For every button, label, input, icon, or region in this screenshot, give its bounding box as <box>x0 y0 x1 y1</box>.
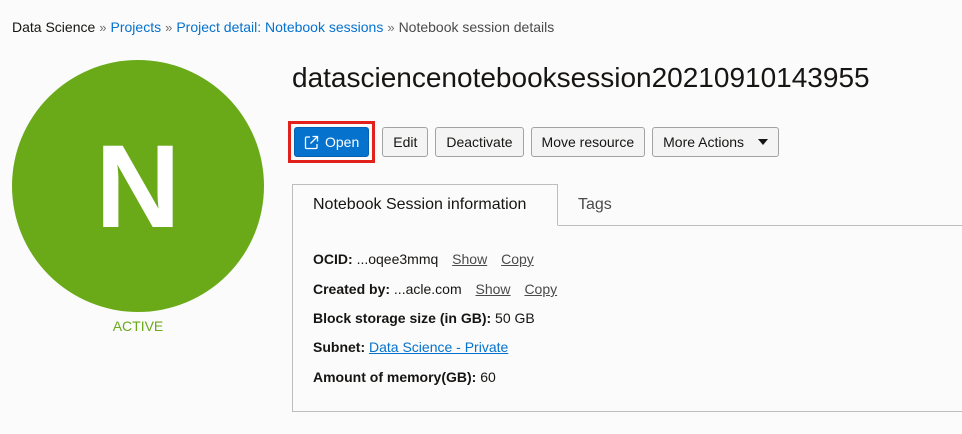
breadcrumb-current: Notebook session details <box>398 19 555 35</box>
breadcrumb-separator: » <box>387 20 395 35</box>
memory-row: Amount of memory(GB): 60 <box>313 369 496 385</box>
deactivate-button[interactable]: Deactivate <box>435 127 524 157</box>
block-storage-value: 50 GB <box>495 310 535 326</box>
breadcrumb-separator: » <box>165 20 173 35</box>
memory-label: Amount of memory(GB): <box>313 369 477 385</box>
move-resource-button[interactable]: Move resource <box>530 127 646 157</box>
edit-button[interactable]: Edit <box>382 127 429 157</box>
created-by-label: Created by: <box>313 281 391 297</box>
more-actions-label: More Actions <box>663 134 745 150</box>
action-toolbar: Open Edit Deactivate Move resource More … <box>288 121 780 163</box>
ocid-copy-link[interactable]: Copy <box>501 251 534 267</box>
more-actions-button[interactable]: More Actions <box>652 127 780 157</box>
ocid-value: ...oqee3mmq <box>356 251 439 267</box>
created-by-copy-link[interactable]: Copy <box>524 281 557 297</box>
external-link-icon <box>304 135 319 150</box>
avatar-letter: N <box>95 121 181 253</box>
subnet-label: Subnet: <box>313 339 366 355</box>
block-storage-row: Block storage size (in GB): 50 GB <box>313 310 535 326</box>
subnet-link[interactable]: Data Science - Private <box>369 339 508 355</box>
breadcrumb-separator: » <box>99 20 107 35</box>
open-button-label: Open <box>325 134 360 150</box>
tab-tags[interactable]: Tags <box>578 184 612 225</box>
tab-notebook-session-information[interactable]: Notebook Session information <box>292 184 558 226</box>
breadcrumb-root: Data Science <box>12 19 96 35</box>
breadcrumb-project-detail-link[interactable]: Project detail: Notebook sessions <box>176 19 383 35</box>
memory-value: 60 <box>480 369 496 385</box>
subnet-row: Subnet: Data Science - Private <box>313 339 508 355</box>
created-by-show-link[interactable]: Show <box>476 281 511 297</box>
created-by-row: Created by: ...acle.com Show Copy <box>313 281 557 297</box>
created-by-value: ...acle.com <box>393 281 462 297</box>
open-button[interactable]: Open <box>294 127 370 157</box>
ocid-row: OCID: ...oqee3mmq Show Copy <box>313 251 534 267</box>
open-button-highlight: Open <box>288 121 376 163</box>
ocid-show-link[interactable]: Show <box>452 251 487 267</box>
info-panel: OCID: ...oqee3mmq Show Copy Created by: … <box>292 225 962 412</box>
ocid-label: OCID: <box>313 251 353 267</box>
caret-down-icon <box>758 139 769 145</box>
block-storage-label: Block storage size (in GB): <box>313 310 492 326</box>
status-label: ACTIVE <box>112 318 164 334</box>
resource-avatar: N <box>12 60 264 312</box>
tab-bar: Notebook Session information Tags <box>292 184 962 226</box>
breadcrumb: Data Science» Projects» Project detail: No… <box>12 19 554 35</box>
breadcrumb-projects-link[interactable]: Projects <box>111 19 162 35</box>
page-title: datasciencenotebooksession20210910143955 <box>292 62 870 93</box>
